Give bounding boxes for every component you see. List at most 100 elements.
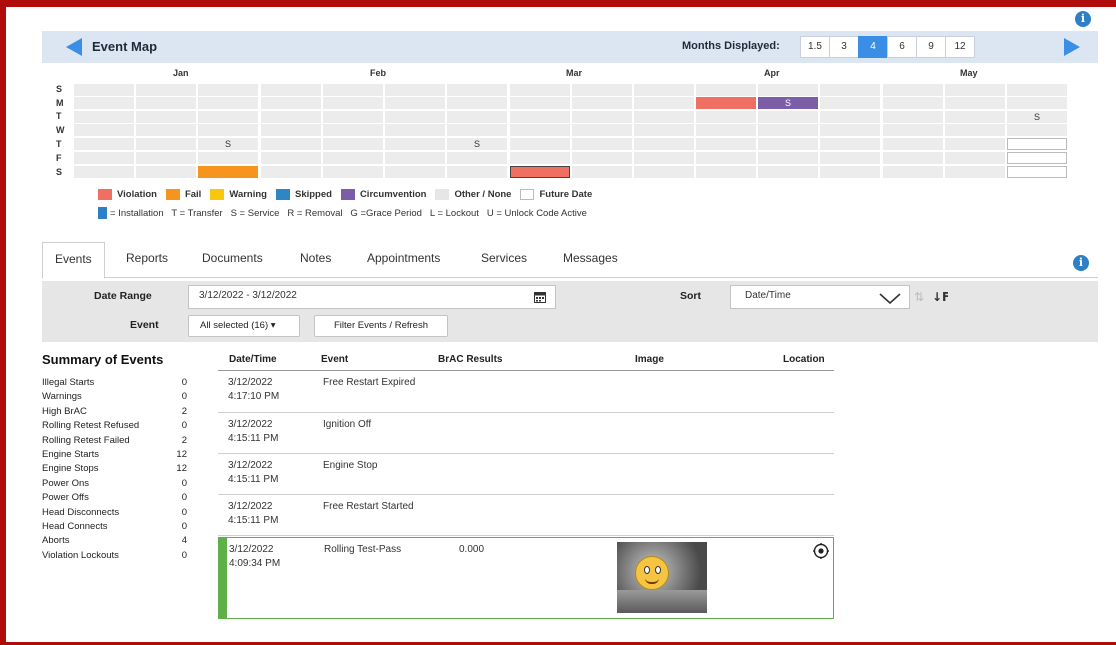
date-range-input[interactable]: 3/12/2022 - 3/12/2022 bbox=[188, 285, 556, 309]
calendar-cell[interactable] bbox=[696, 152, 756, 164]
previous-arrow-icon[interactable] bbox=[66, 38, 82, 56]
calendar-cell[interactable] bbox=[510, 138, 570, 150]
table-row[interactable]: 3/12/2022 4:15:11 PM Ignition Off bbox=[218, 413, 834, 454]
table-row[interactable]: 3/12/2022 4:15:11 PM Free Restart Starte… bbox=[218, 495, 834, 536]
calendar-cell[interactable] bbox=[883, 152, 943, 164]
calendar-cell[interactable]: S bbox=[1007, 111, 1067, 123]
sort-select[interactable]: Date/Time bbox=[730, 285, 910, 309]
calendar-cell[interactable] bbox=[136, 84, 196, 96]
calendar-cell[interactable] bbox=[385, 152, 445, 164]
calendar-cell[interactable] bbox=[820, 138, 880, 150]
calendar-cell[interactable] bbox=[447, 152, 507, 164]
calendar-cell[interactable] bbox=[385, 84, 445, 96]
calendar-cell[interactable]: S bbox=[447, 138, 507, 150]
calendar-cell[interactable] bbox=[758, 111, 818, 123]
calendar-cell[interactable] bbox=[820, 124, 880, 136]
calendar-cell[interactable] bbox=[572, 84, 632, 96]
calendar-cell[interactable] bbox=[1007, 152, 1067, 164]
calendar-cell[interactable] bbox=[385, 124, 445, 136]
header-date-time[interactable]: Date/Time bbox=[229, 354, 277, 365]
months-option-1-5[interactable]: 1.5 bbox=[800, 36, 830, 58]
calendar-cell[interactable] bbox=[883, 166, 943, 178]
calendar-cell[interactable] bbox=[572, 138, 632, 150]
calendar-cell[interactable] bbox=[510, 111, 570, 123]
calendar-cell[interactable] bbox=[323, 97, 383, 109]
tab-messages[interactable]: Messages bbox=[551, 242, 630, 278]
tab-reports[interactable]: Reports bbox=[114, 242, 180, 278]
calendar-cell[interactable] bbox=[74, 152, 134, 164]
table-row[interactable]: 3/12/2022 4:15:11 PM Engine Stop bbox=[218, 454, 834, 495]
calendar-cell[interactable] bbox=[136, 97, 196, 109]
calendar-cell[interactable] bbox=[634, 111, 694, 123]
calendar-cell[interactable] bbox=[634, 124, 694, 136]
calendar-cell[interactable] bbox=[1007, 97, 1067, 109]
calendar-cell[interactable] bbox=[261, 152, 321, 164]
calendar-cell[interactable] bbox=[510, 84, 570, 96]
calendar-cell[interactable] bbox=[510, 152, 570, 164]
months-option-12[interactable]: 12 bbox=[945, 36, 975, 58]
calendar-cell[interactable] bbox=[945, 124, 1005, 136]
calendar-cell[interactable] bbox=[136, 138, 196, 150]
calendar-cell[interactable] bbox=[261, 166, 321, 178]
tabs-info-icon[interactable]: i bbox=[1073, 255, 1089, 271]
tab-events[interactable]: Events bbox=[42, 242, 105, 279]
calendar-cell[interactable] bbox=[820, 152, 880, 164]
calendar-cell[interactable]: S bbox=[758, 97, 818, 109]
calendar-cell[interactable] bbox=[447, 166, 507, 178]
calendar-cell[interactable] bbox=[696, 124, 756, 136]
calendar-cell[interactable] bbox=[883, 97, 943, 109]
calendar-cell[interactable] bbox=[820, 111, 880, 123]
header-brac-results[interactable]: BrAC Results bbox=[438, 354, 502, 365]
calendar-cell[interactable] bbox=[323, 166, 383, 178]
calendar-cell[interactable] bbox=[883, 124, 943, 136]
calendar-cell[interactable] bbox=[1007, 124, 1067, 136]
calendar-icon[interactable] bbox=[534, 291, 546, 303]
calendar-cell[interactable] bbox=[572, 111, 632, 123]
calendar-cell[interactable] bbox=[261, 111, 321, 123]
calendar-cell[interactable] bbox=[447, 84, 507, 96]
calendar-cell[interactable] bbox=[323, 124, 383, 136]
calendar-cell[interactable] bbox=[323, 152, 383, 164]
calendar-cell[interactable] bbox=[945, 166, 1005, 178]
calendar-cell[interactable] bbox=[385, 111, 445, 123]
calendar-cell[interactable] bbox=[820, 84, 880, 96]
calendar-cell[interactable] bbox=[510, 166, 570, 178]
calendar-cell[interactable] bbox=[1007, 138, 1067, 150]
calendar-cell[interactable] bbox=[758, 84, 818, 96]
event-photo-thumbnail[interactable] bbox=[617, 542, 707, 613]
calendar-cell[interactable] bbox=[510, 124, 570, 136]
calendar-cell[interactable] bbox=[447, 124, 507, 136]
calendar-cell[interactable] bbox=[820, 97, 880, 109]
calendar-cell[interactable] bbox=[261, 138, 321, 150]
calendar-cell[interactable] bbox=[945, 111, 1005, 123]
calendar-cell[interactable] bbox=[198, 124, 258, 136]
months-option-6[interactable]: 6 bbox=[887, 36, 917, 58]
calendar-cell[interactable] bbox=[758, 166, 818, 178]
calendar-cell[interactable] bbox=[447, 97, 507, 109]
calendar-cell[interactable] bbox=[634, 138, 694, 150]
header-event[interactable]: Event bbox=[321, 354, 348, 365]
calendar-cell[interactable] bbox=[74, 84, 134, 96]
info-icon[interactable]: i bbox=[1075, 11, 1091, 27]
tab-services[interactable]: Services bbox=[469, 242, 539, 278]
calendar-cell[interactable] bbox=[696, 166, 756, 178]
calendar-cell[interactable] bbox=[572, 124, 632, 136]
calendar-cell[interactable] bbox=[696, 138, 756, 150]
calendar-cell[interactable] bbox=[572, 97, 632, 109]
calendar-cell[interactable] bbox=[883, 138, 943, 150]
sort-direction-icon[interactable]: ⇅ ↓F bbox=[914, 289, 948, 303]
calendar-cell[interactable] bbox=[74, 97, 134, 109]
tab-documents[interactable]: Documents bbox=[190, 242, 275, 278]
calendar-cell[interactable] bbox=[634, 97, 694, 109]
calendar-cell[interactable] bbox=[758, 152, 818, 164]
next-arrow-icon[interactable] bbox=[1064, 38, 1080, 56]
calendar-cell[interactable] bbox=[634, 166, 694, 178]
calendar-cell[interactable] bbox=[74, 138, 134, 150]
calendar-cell[interactable] bbox=[758, 138, 818, 150]
calendar-cell[interactable] bbox=[945, 97, 1005, 109]
calendar-cell[interactable] bbox=[945, 138, 1005, 150]
calendar-cell[interactable] bbox=[572, 166, 632, 178]
calendar-cell[interactable] bbox=[385, 166, 445, 178]
calendar-cell[interactable] bbox=[1007, 84, 1067, 96]
calendar-cell[interactable] bbox=[198, 84, 258, 96]
